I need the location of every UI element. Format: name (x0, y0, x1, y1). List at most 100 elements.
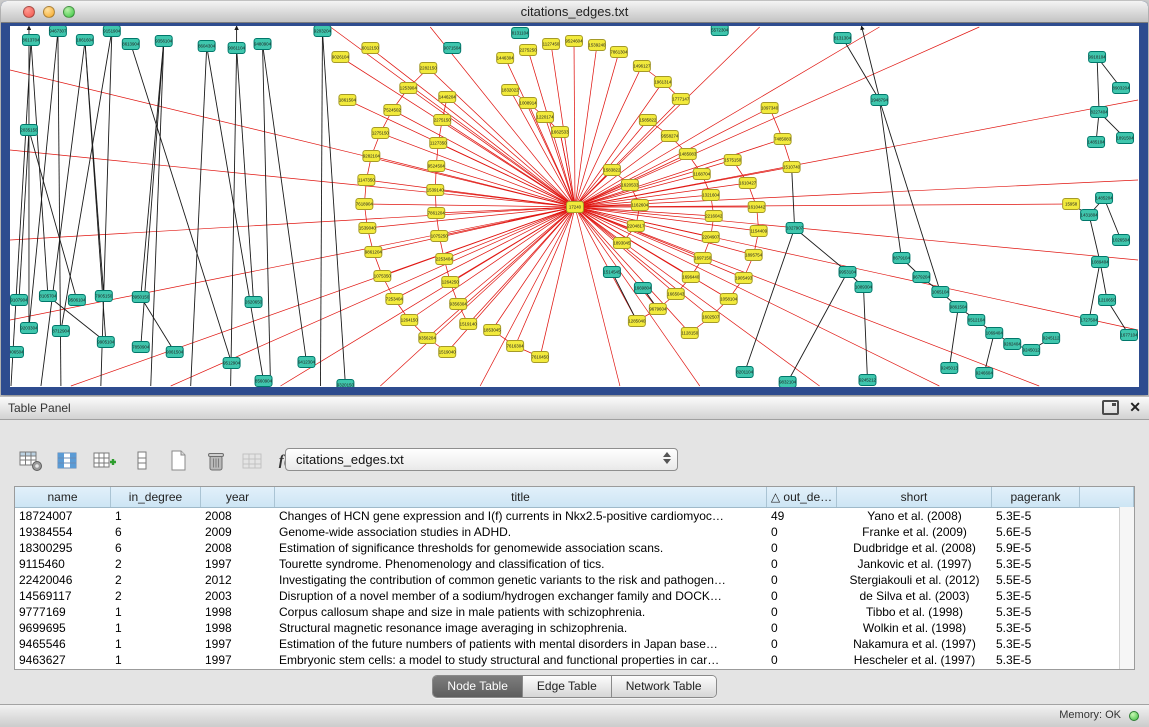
graph-node[interactable]: 1514545 (603, 267, 621, 278)
graph-node[interactable]: 9245012 (1023, 345, 1041, 356)
table-row[interactable]: 977716911998Corpus callosum shape and si… (15, 604, 1134, 620)
table-cell[interactable]: Estimation of significance thresholds fo… (275, 540, 767, 556)
table-cell[interactable]: 18724007 (15, 508, 111, 524)
network-canvas[interactable]: 1724086137049467307186160491519048613904… (10, 26, 1139, 387)
table-cell[interactable]: 1997 (201, 652, 275, 668)
graph-node[interactable]: 1220174 (537, 112, 555, 123)
graph-node[interactable]: 9061104 (228, 43, 245, 54)
graph-node[interactable]: 9406504 (10, 347, 24, 358)
table-cell[interactable]: 5.3E-5 (992, 604, 1080, 620)
graph-node[interactable]: 7861304 (610, 47, 628, 58)
table-cell[interactable]: 0 (767, 620, 837, 636)
graph-node[interactable]: 1065104 (932, 287, 950, 298)
graph-node[interactable]: 1075350 (374, 271, 392, 282)
graph-node[interactable]: 8903204 (1113, 83, 1131, 94)
graph-node[interactable]: 1485083 (679, 149, 697, 160)
table-cell[interactable]: Investigating the contribution of common… (275, 572, 767, 588)
graph-node[interactable]: 9480904 (254, 39, 272, 50)
table-cell[interactable]: 6 (111, 524, 201, 540)
graph-node[interactable]: 2035150 (20, 125, 38, 136)
table-cell[interactable]: Changes of HCN gene expression and I(f) … (275, 508, 767, 524)
table-cell[interactable]: 6 (111, 540, 201, 556)
table-cell[interactable]: 5.3E-5 (992, 620, 1080, 636)
graph-node[interactable]: 1669804 (634, 283, 652, 294)
table-row[interactable]: 911546021997Tourette syndrome. Phenomeno… (15, 556, 1134, 572)
graph-node[interactable]: 1948794 (871, 95, 889, 106)
graph-node[interactable]: 1089304 (855, 282, 873, 293)
graph-node[interactable]: 1961314 (654, 77, 672, 88)
graph-node[interactable]: 17240 (567, 202, 584, 213)
table-cell[interactable]: 5.3E-5 (992, 556, 1080, 572)
graph-node[interactable]: 2216042 (705, 211, 723, 222)
graph-node[interactable]: 1485204 (1096, 193, 1114, 204)
table-cell[interactable]: de Silva et al. (2003) (837, 588, 992, 604)
graph-node[interactable]: 1168704 (693, 169, 710, 180)
table-cell[interactable]: 0 (767, 604, 837, 620)
table-cell[interactable]: 2 (111, 588, 201, 604)
graph-node[interactable]: 9467307 (49, 26, 67, 37)
graph-node[interactable]: 1075250 (431, 231, 449, 242)
graph-node[interactable]: 7861204 (428, 208, 446, 219)
graph-node[interactable]: 9320150 (337, 380, 355, 388)
graph-node[interactable]: 9356304 (450, 299, 468, 310)
graph-node[interactable]: 1861504 (339, 95, 357, 106)
table-cell[interactable]: 0 (767, 652, 837, 668)
table-cell[interactable]: 1 (111, 620, 201, 636)
graph-node[interactable]: 1893045 (613, 238, 631, 249)
graph-node[interactable]: 9203204 (314, 26, 332, 37)
close-panel-icon[interactable]: ✕ (1129, 399, 1141, 415)
graph-node[interactable]: 2620650 (245, 297, 263, 308)
table-cell[interactable]: 5.3E-5 (992, 588, 1080, 604)
table-cell[interactable]: 1 (111, 508, 201, 524)
table-cell[interactable]: 1997 (201, 636, 275, 652)
graph-node[interactable]: 8560904 (255, 376, 273, 387)
graph-node[interactable]: 1697150 (694, 253, 712, 264)
graph-node[interactable]: 1321604 (702, 190, 720, 201)
graph-node[interactable]: 1539040 (359, 223, 377, 234)
graph-node[interactable]: 9679204 (913, 272, 931, 283)
graph-node[interactable]: 1069404 (986, 328, 1004, 339)
graph-node[interactable]: 1446304 (497, 53, 515, 64)
delete-icon[interactable] (203, 449, 229, 473)
graph-node[interactable]: 1089404 (1092, 257, 1110, 268)
column-header-out_degree[interactable]: △ out_de… (767, 487, 837, 507)
graph-node[interactable]: 1127450 (543, 39, 560, 50)
graph-node[interactable]: 15958 (1063, 199, 1080, 210)
graph-node[interactable]: 1853045 (484, 325, 502, 336)
graph-node[interactable]: 7485083 (774, 134, 792, 145)
table-cell[interactable]: 2008 (201, 508, 275, 524)
table-cell[interactable]: Wolkin et al. (1998) (837, 620, 992, 636)
graph-node[interactable]: 1832022 (502, 85, 520, 96)
table-cell[interactable]: 18300295 (15, 540, 111, 556)
graph-node[interactable]: 1539140 (427, 185, 445, 196)
table-cell[interactable]: 0 (767, 556, 837, 572)
table-scrollbar[interactable] (1119, 507, 1134, 669)
column-header-year[interactable]: year (201, 487, 275, 507)
table-cell[interactable]: Nakamura et al. (1997) (837, 636, 992, 652)
graph-node[interactable]: 1575150 (724, 155, 742, 166)
graph-node[interactable]: 9026104 (332, 52, 350, 63)
row-mode-icon[interactable] (129, 449, 155, 473)
graph-node[interactable]: 9832104 (779, 377, 797, 388)
graph-node[interactable]: 2275250 (520, 45, 538, 56)
graph-node[interactable]: 9151904 (103, 26, 121, 37)
graph-node[interactable]: 1519040 (439, 347, 457, 358)
graph-node[interactable]: 9558274 (661, 131, 679, 142)
graph-node[interactable]: 1677104 (1121, 330, 1139, 341)
merge-table-icon[interactable] (240, 449, 266, 473)
graph-node[interactable]: 1128150 (681, 328, 698, 339)
table-cell[interactable]: 22420046 (15, 572, 111, 588)
column-header-pagerank[interactable]: pagerank (992, 487, 1080, 507)
graph-node[interactable]: 9524604 (565, 36, 583, 47)
tab-network-table[interactable]: Network Table (612, 676, 716, 697)
table-cell[interactable]: Structural magnetic resonance image aver… (275, 620, 767, 636)
table-cell[interactable]: 9699695 (15, 620, 111, 636)
graph-node[interactable]: 8712904 (52, 326, 70, 337)
graph-node[interactable]: 8604304 (198, 41, 216, 52)
graph-node[interactable]: 7850904 (132, 342, 150, 353)
column-header-title[interactable]: title (275, 487, 767, 507)
tab-node-table[interactable]: Node Table (433, 676, 523, 697)
table-cell[interactable]: 9115460 (15, 556, 111, 572)
graph-node[interactable]: 7618904 (356, 199, 374, 210)
table-selector-dropdown[interactable]: citations_edges.txt (285, 448, 678, 471)
